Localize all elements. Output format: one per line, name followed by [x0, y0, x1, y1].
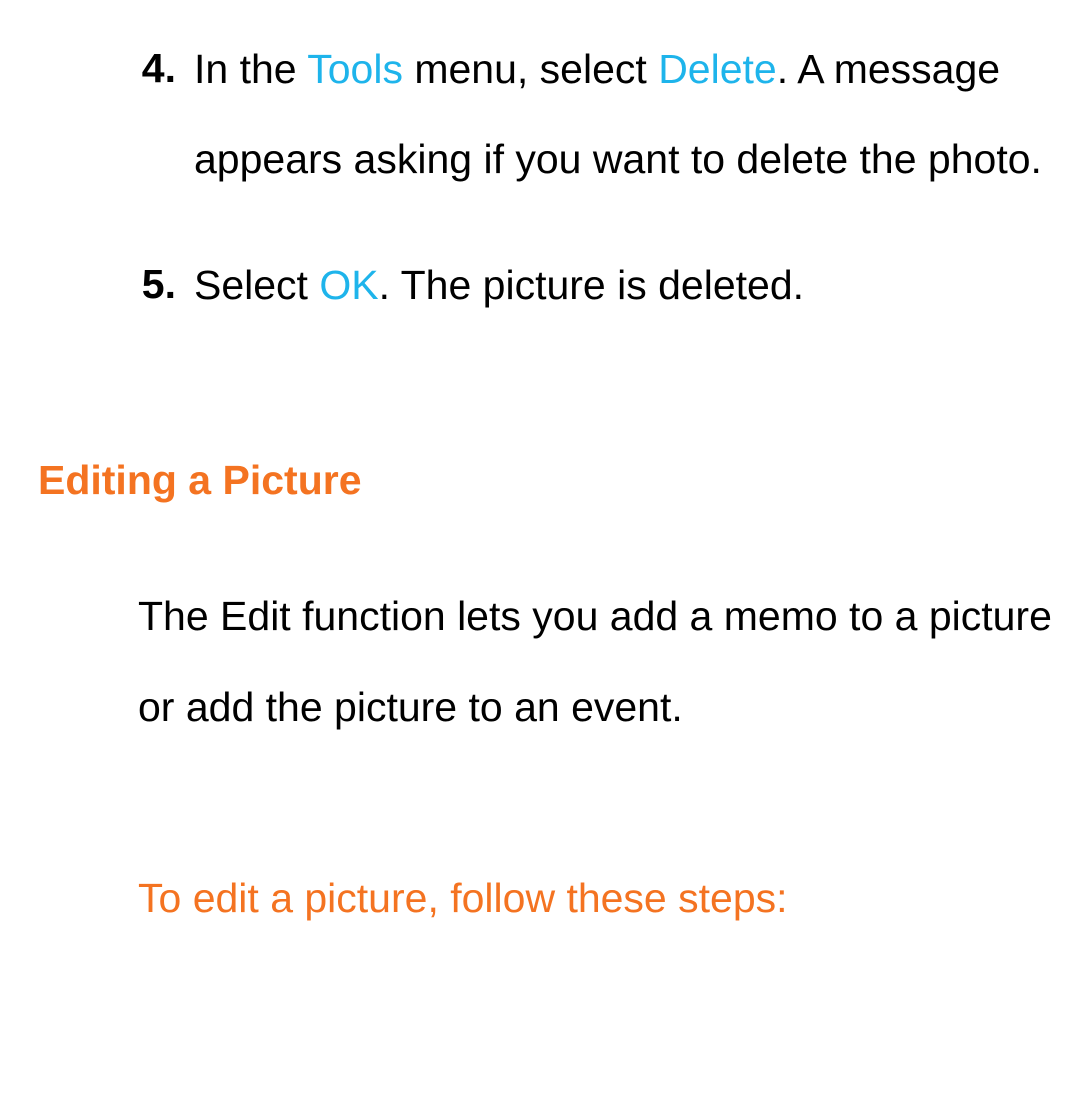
- step-number: 4.: [120, 38, 176, 204]
- step-content: In the Tools menu, select Delete. A mess…: [176, 24, 1060, 204]
- step-text: Select: [194, 262, 319, 308]
- section-description: The Edit function lets you add a memo to…: [138, 571, 1060, 751]
- step-content: Select OK. The picture is deleted.: [176, 240, 1060, 330]
- step-text: . The picture is deleted.: [379, 262, 804, 308]
- ui-reference-tools: Tools: [307, 46, 403, 92]
- step-text: In the: [194, 46, 307, 92]
- step-5: 5. Select OK. The picture is deleted.: [20, 254, 1060, 330]
- ui-reference-ok: OK: [319, 262, 378, 308]
- step-text: menu, select: [403, 46, 658, 92]
- section-subheading: To edit a picture, follow these steps:: [138, 842, 1060, 930]
- section-heading-editing-picture: Editing a Picture: [20, 450, 1060, 512]
- ui-reference-delete: Delete: [658, 46, 777, 92]
- step-number: 5.: [120, 254, 176, 330]
- step-4: 4. In the Tools menu, select Delete. A m…: [20, 38, 1060, 204]
